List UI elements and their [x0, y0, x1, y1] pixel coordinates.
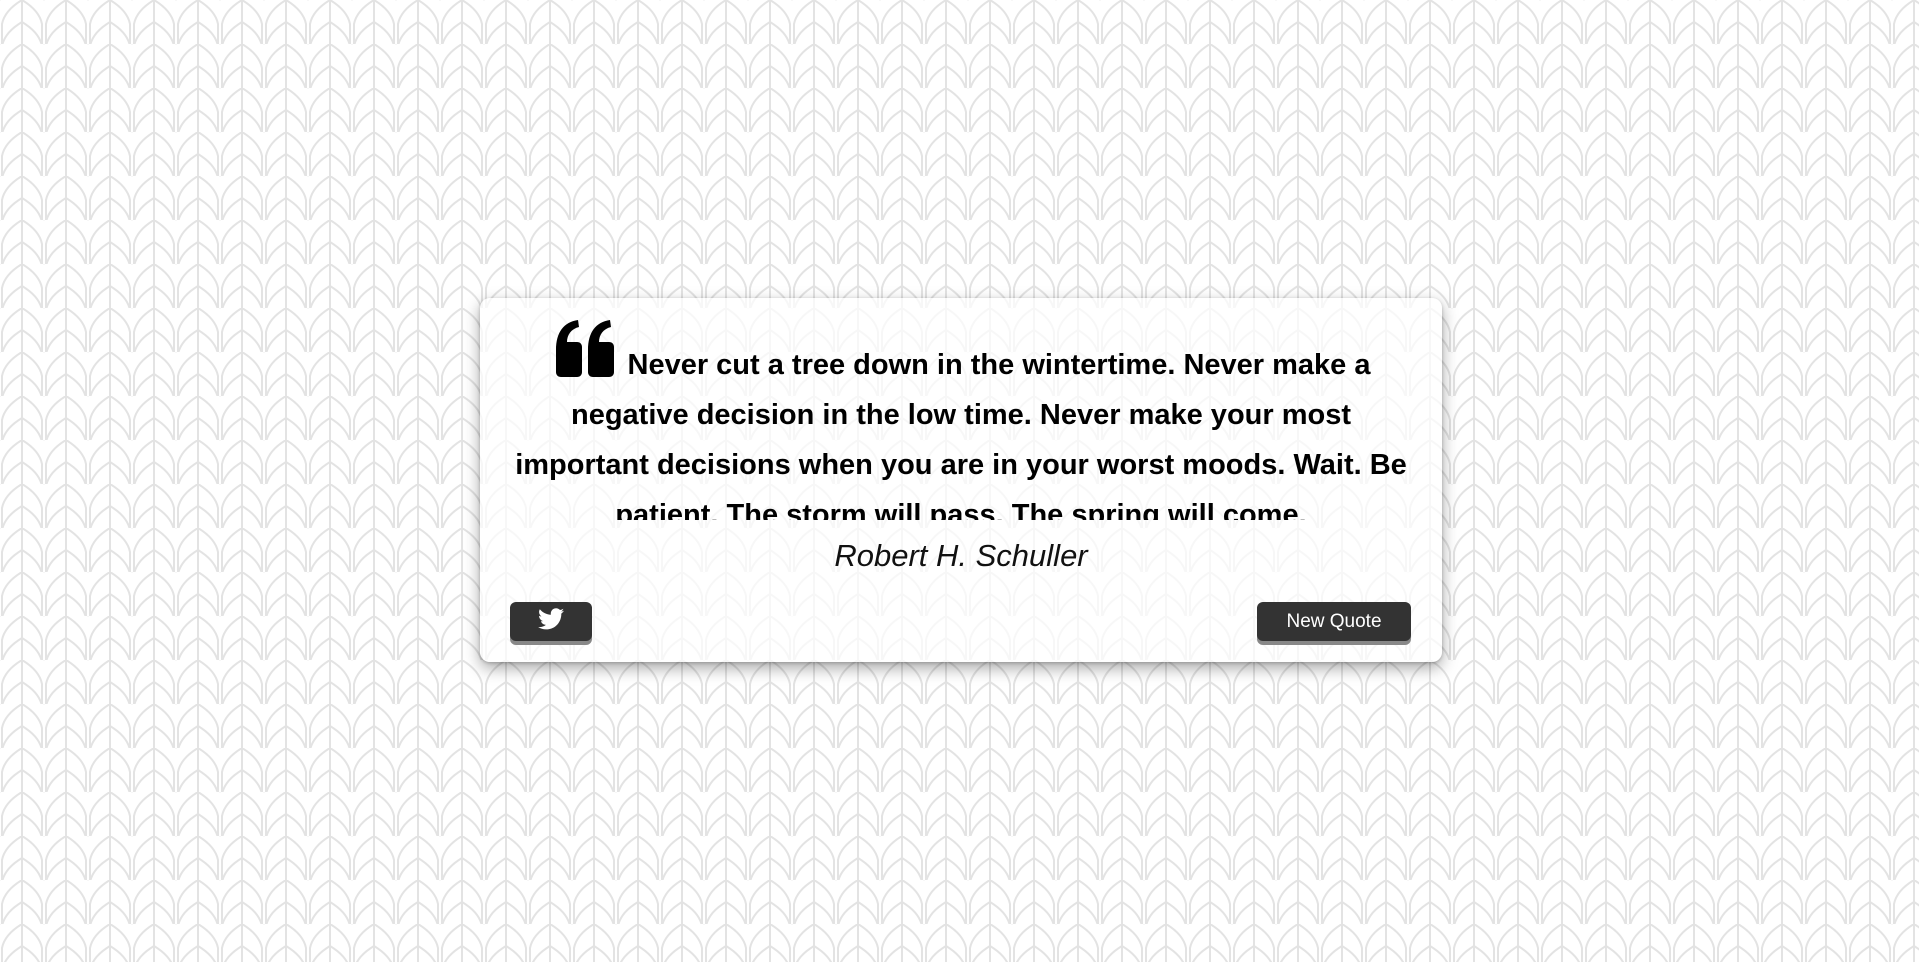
quote-text: Never cut a tree down in the wintertime.… — [511, 320, 1411, 520]
quote-left-icon — [552, 320, 618, 378]
twitter-icon — [538, 607, 564, 636]
tweet-button[interactable] — [510, 602, 592, 641]
quote-card: Never cut a tree down in the wintertime.… — [480, 298, 1442, 662]
new-quote-button[interactable]: New Quote — [1257, 602, 1411, 641]
quote-author: Robert H. Schuller — [834, 538, 1088, 573]
quote-body: Never cut a tree down in the wintertime.… — [515, 349, 1407, 520]
